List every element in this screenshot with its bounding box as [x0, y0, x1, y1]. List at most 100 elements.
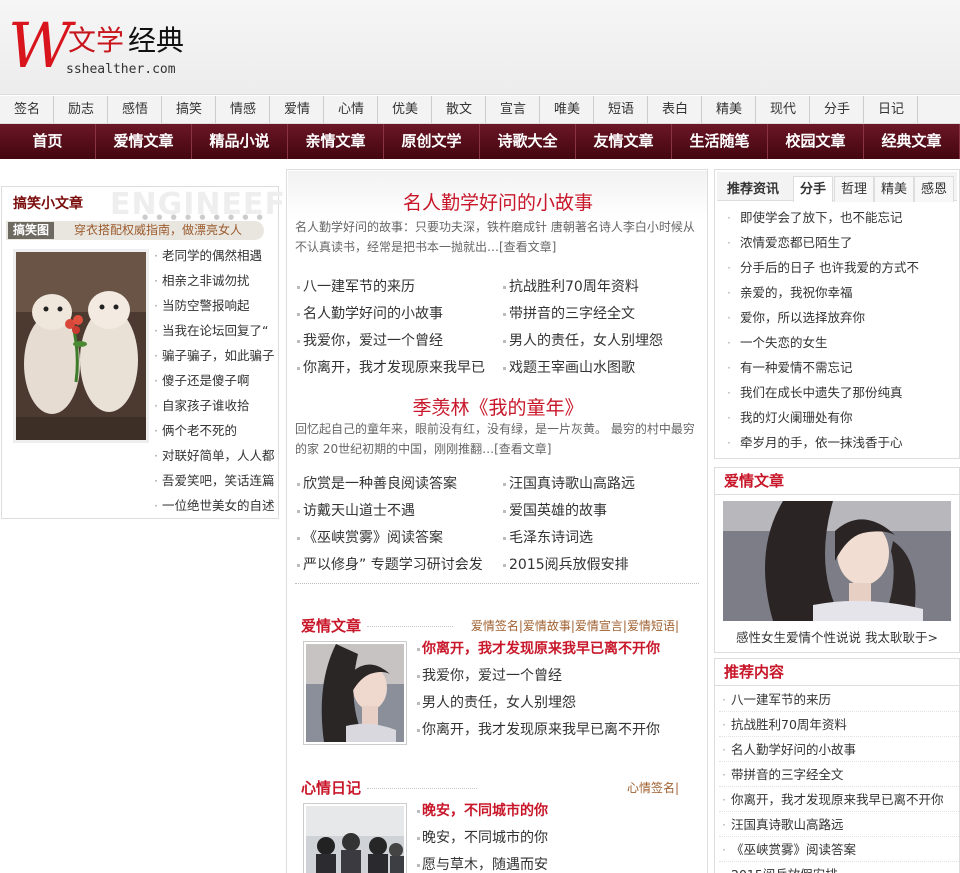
- tab-promo-link[interactable]: 穿衣搭配权威指南，做漂亮女人: [74, 221, 242, 240]
- list-item[interactable]: 牵岁月的手，依一抹浅香于心: [725, 430, 957, 455]
- list-item[interactable]: 老同学的偶然相遇: [154, 243, 278, 268]
- article-link[interactable]: 抗战胜利70周年资料: [503, 274, 697, 301]
- headline2-title[interactable]: 季羡林《我的童年》: [287, 393, 709, 420]
- hamster-image[interactable]: [13, 249, 149, 443]
- article-link[interactable]: 2015阅兵放假安排: [503, 552, 697, 579]
- list-item[interactable]: 对联好简单，人人都: [154, 443, 278, 468]
- nav-item[interactable]: 爱情文章: [96, 124, 192, 159]
- subnav-item[interactable]: 签名: [0, 96, 54, 123]
- subnav-item[interactable]: 爱情: [270, 96, 324, 123]
- love-section-links[interactable]: 爱情签名|爱情故事|爱情宣言|爱情短语|: [471, 617, 679, 634]
- list-item[interactable]: 骗子骗子，如此骗子: [154, 343, 278, 368]
- left-box-title[interactable]: 搞笑小文章: [13, 193, 83, 213]
- subnav-item[interactable]: 励志: [54, 96, 108, 123]
- list-item[interactable]: 即使学会了放下，也不能忘记: [725, 205, 957, 230]
- list-item[interactable]: 俩个老不死的: [154, 418, 278, 443]
- list-item[interactable]: 你离开，我才发现原来我早已离不开你: [719, 787, 959, 812]
- diary-section-links[interactable]: 心情签名|: [627, 779, 679, 796]
- diary-headline[interactable]: 晚安，不同城市的你: [417, 798, 697, 825]
- list-item[interactable]: 当我在论坛回复了“: [154, 318, 278, 343]
- article-link[interactable]: 我爱你，爱过一个曾经: [297, 328, 503, 355]
- article-link[interactable]: 戏题王宰画山水图歌: [503, 355, 697, 382]
- list-item[interactable]: 2015阅兵放假安排: [719, 862, 959, 873]
- subnav-item[interactable]: 精美: [702, 96, 756, 123]
- list-item[interactable]: 八一建军节的来历: [719, 687, 959, 712]
- nav-item[interactable]: 原创文学: [384, 124, 480, 159]
- list-item[interactable]: 汪国真诗歌山高路远: [719, 812, 959, 837]
- tab-breakup[interactable]: 分手: [793, 176, 834, 202]
- article-link[interactable]: 欣赏是一种善良阅读答案: [297, 471, 503, 498]
- article-link[interactable]: 《巫峡赏雾》阅读答案: [297, 525, 503, 552]
- list-item[interactable]: 一个失恋的女生: [725, 330, 957, 355]
- headline2-desc[interactable]: 回忆起自己的童年来，眼前没有红，没有绿，是一片灰黄。 最穷的村中最穷的家 20世…: [295, 419, 701, 459]
- love-feature-image[interactable]: [723, 501, 951, 621]
- headline-title[interactable]: 名人勤学好问的小故事: [287, 188, 709, 215]
- tab-philosophy[interactable]: 哲理: [834, 176, 875, 202]
- article-link[interactable]: 八一建军节的来历: [297, 274, 503, 301]
- headline-desc[interactable]: 名人勤学好问的故事：只要功夫深，铁杵磨成针 唐朝著名诗人李白小时候从不认真读书，…: [295, 217, 701, 257]
- article-link[interactable]: 名人勤学好问的小故事: [297, 301, 503, 328]
- list-item[interactable]: 傻子还是傻子啊: [154, 368, 278, 393]
- subnav-item[interactable]: 宣言: [486, 96, 540, 123]
- subnav-item[interactable]: 搞笑: [162, 96, 216, 123]
- nav-item[interactable]: 校园文章: [768, 124, 864, 159]
- love-feature-caption[interactable]: 感性女生爱情个性说说 我太耿耿于>: [715, 627, 959, 646]
- list-item[interactable]: 相亲之非诚勿扰: [154, 268, 278, 293]
- list-item[interactable]: 一位绝世美女的自述: [154, 493, 278, 518]
- logo-w[interactable]: W: [8, 14, 72, 78]
- nav-item[interactable]: 诗歌大全: [480, 124, 576, 159]
- subnav-item[interactable]: 优美: [378, 96, 432, 123]
- list-item[interactable]: 带拼音的三字经全文: [719, 762, 959, 787]
- subnav-item[interactable]: 散文: [432, 96, 486, 123]
- list-item[interactable]: 愿与草木，随遇而安: [417, 852, 697, 873]
- list-item[interactable]: 浓情爱恋都已陌生了: [725, 230, 957, 255]
- tab-beautiful[interactable]: 精美: [874, 176, 915, 202]
- list-item[interactable]: 我的灯火阑珊处有你: [725, 405, 957, 430]
- subnav-item[interactable]: 现代: [756, 96, 810, 123]
- list-item[interactable]: 有一种爱情不需忘记: [725, 355, 957, 380]
- subnav-item[interactable]: 感悟: [108, 96, 162, 123]
- article-link[interactable]: 汪国真诗歌山高路远: [503, 471, 697, 498]
- article-link[interactable]: 严以修身” 专题学习研讨会发: [297, 552, 503, 579]
- list-item[interactable]: 当防空警报响起: [154, 293, 278, 318]
- list-item[interactable]: 《巫峡赏雾》阅读答案: [719, 837, 959, 862]
- list-item[interactable]: 分手后的日子 也许我爱的方式不: [725, 255, 957, 280]
- article-link[interactable]: 访戴天山道士不遇: [297, 498, 503, 525]
- subnav-item[interactable]: 情感: [216, 96, 270, 123]
- article-link[interactable]: 男人的责任，女人别埋怨: [503, 328, 697, 355]
- nav-item[interactable]: 生活随笔: [672, 124, 768, 159]
- subnav-item[interactable]: 分手: [810, 96, 864, 123]
- love-headline[interactable]: 你离开，我才发现原来我早已离不开你: [417, 636, 697, 663]
- subnav-item[interactable]: 唯美: [540, 96, 594, 123]
- diary-thumb-image[interactable]: [303, 803, 407, 873]
- subnav-item[interactable]: 短语: [594, 96, 648, 123]
- article-link[interactable]: 你离开，我才发现原来我早已: [297, 355, 503, 382]
- subnav-item[interactable]: 表白: [648, 96, 702, 123]
- rec-box-title[interactable]: 推荐内容: [715, 659, 959, 686]
- love-section-title[interactable]: 爱情文章: [301, 615, 361, 636]
- list-item[interactable]: 亲爱的，我祝你幸福: [725, 280, 957, 305]
- list-item[interactable]: 晚安，不同城市的你: [417, 825, 697, 852]
- diary-section-title[interactable]: 心情日记: [301, 777, 361, 798]
- nav-item[interactable]: 经典文章: [864, 124, 960, 159]
- list-item[interactable]: 吾爱笑吧，笑话连篇: [154, 468, 278, 493]
- list-item[interactable]: 自家孩子谁收拾: [154, 393, 278, 418]
- nav-item[interactable]: 友情文章: [576, 124, 672, 159]
- list-item[interactable]: 抗战胜利70周年资料: [719, 712, 959, 737]
- love-thumb-image[interactable]: [303, 641, 407, 745]
- list-item[interactable]: 名人勤学好问的小故事: [719, 737, 959, 762]
- article-link[interactable]: 带拼音的三字经全文: [503, 301, 697, 328]
- tab-gratitude[interactable]: 感恩: [914, 176, 955, 202]
- subnav-item[interactable]: 日记: [864, 96, 918, 123]
- love-box-title[interactable]: 爱情文章: [715, 468, 959, 495]
- tab-funny-pic[interactable]: 搞笑图: [8, 222, 55, 239]
- list-item[interactable]: 我们在成长中遗失了那份纯真: [725, 380, 957, 405]
- article-link[interactable]: 毛泽东诗词选: [503, 525, 697, 552]
- list-item[interactable]: 男人的责任，女人别埋怨: [417, 690, 697, 717]
- list-item[interactable]: 我爱你，爱过一个曾经: [417, 663, 697, 690]
- nav-home[interactable]: 首页: [0, 124, 96, 159]
- logo-title-red[interactable]: 文学: [68, 24, 124, 58]
- list-item[interactable]: 爱你，所以选择放弃你: [725, 305, 957, 330]
- article-link[interactable]: 爱国英雄的故事: [503, 498, 697, 525]
- nav-item[interactable]: 精品小说: [192, 124, 288, 159]
